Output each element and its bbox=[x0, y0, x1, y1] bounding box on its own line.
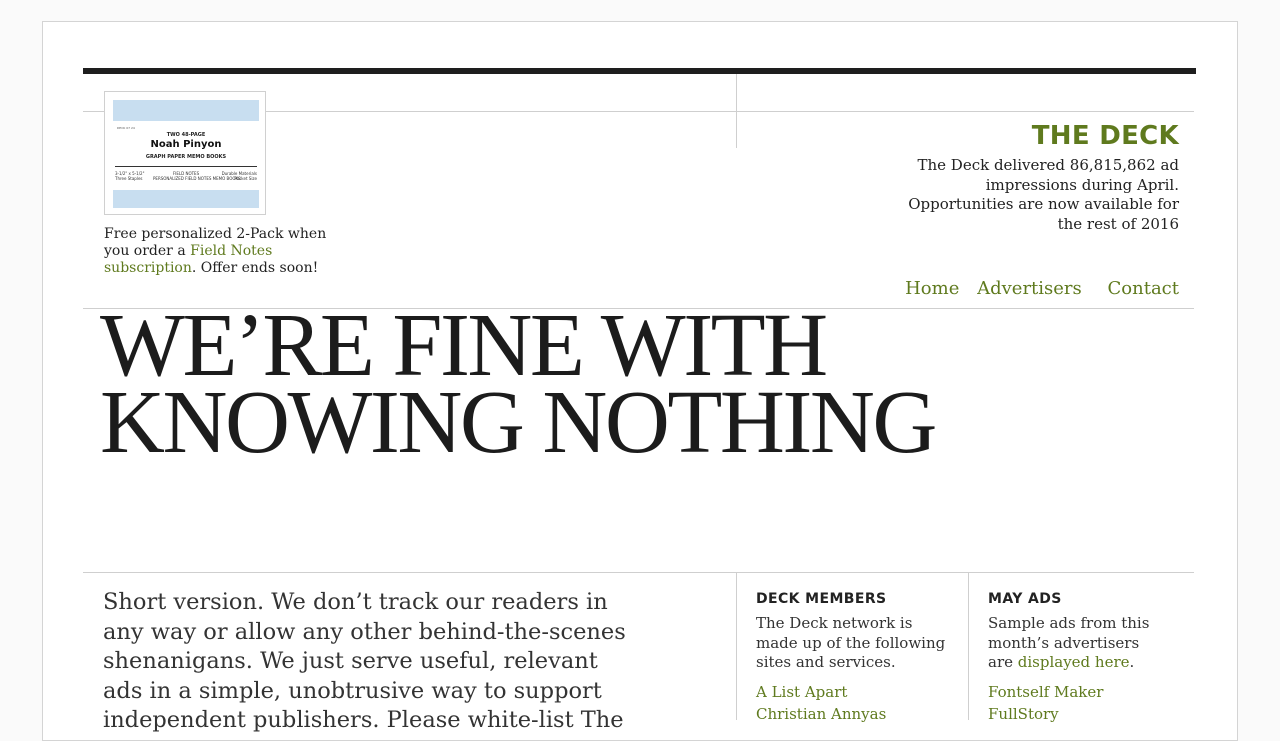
page-headline: WE’RE FINE WITH KNOWING NOTHING bbox=[100, 301, 1100, 472]
main-nav: Home Advertisers Contact bbox=[893, 278, 1179, 299]
ad-text: Free personalized 2-Pack when you order … bbox=[104, 226, 344, 277]
ad-image-bottom-band bbox=[113, 190, 259, 208]
deck-description: The Deck delivered 86,815,862 ad impress… bbox=[908, 156, 1179, 233]
members-title: DECK MEMBERS bbox=[756, 591, 887, 607]
may-ads-link[interactable]: displayed here bbox=[1018, 653, 1130, 671]
header-divider bbox=[736, 74, 737, 148]
column-divider-1 bbox=[736, 573, 737, 720]
ad-image-divider bbox=[115, 166, 257, 167]
member-link-a-list-apart[interactable]: A List Apart bbox=[756, 683, 847, 701]
ad-image-foot-left: 3-1/2" x 5-1/2" Three Staples bbox=[115, 171, 145, 181]
ad-image-name: Noah Pinyon bbox=[150, 139, 222, 150]
ad-link-fontself-maker[interactable]: Fontself Maker bbox=[988, 683, 1103, 701]
nav-home[interactable]: Home bbox=[905, 278, 959, 299]
ad-text-post: . Offer ends soon! bbox=[191, 260, 319, 276]
column-divider-2 bbox=[968, 573, 969, 720]
ad-image-top-band bbox=[113, 100, 259, 121]
headline-line-2: KNOWING NOTHING bbox=[100, 373, 937, 472]
top-rule bbox=[83, 68, 1196, 74]
ad-image[interactable]: DECK 07 24 TWO 48-PAGE Noah Pinyon GRAPH… bbox=[104, 91, 266, 215]
nav-advertisers[interactable]: Advertisers bbox=[977, 278, 1082, 299]
may-ads-title: MAY ADS bbox=[988, 591, 1062, 607]
ad-image-line3: GRAPH PAPER MEMO BOOKS bbox=[145, 154, 227, 160]
intro-text: Short version. We don’t track our reader… bbox=[103, 589, 626, 733]
ad-image-line1: TWO 48-PAGE bbox=[166, 132, 206, 138]
may-ads-text: Sample ads from this month’s advertisers… bbox=[988, 614, 1168, 673]
members-text: The Deck network is made up of the follo… bbox=[756, 614, 946, 671]
ad-image-foot-center: FIELD NOTES PERSONALIZED FIELD NOTES MEM… bbox=[153, 171, 241, 181]
ad-link-fullstory[interactable]: FullStory bbox=[988, 705, 1059, 723]
ad-image-tiny-label: DECK 07 24 bbox=[117, 126, 135, 130]
deck-title[interactable]: THE DECK bbox=[1032, 121, 1179, 151]
ad-image-foot-right: Durable Materials Pocket Size bbox=[221, 171, 257, 181]
nav-contact[interactable]: Contact bbox=[1108, 278, 1179, 299]
may-ads-text-post: . bbox=[1129, 653, 1135, 671]
member-link-christian-annyas[interactable]: Christian Annyas bbox=[756, 705, 886, 723]
content-rule bbox=[83, 572, 1194, 573]
